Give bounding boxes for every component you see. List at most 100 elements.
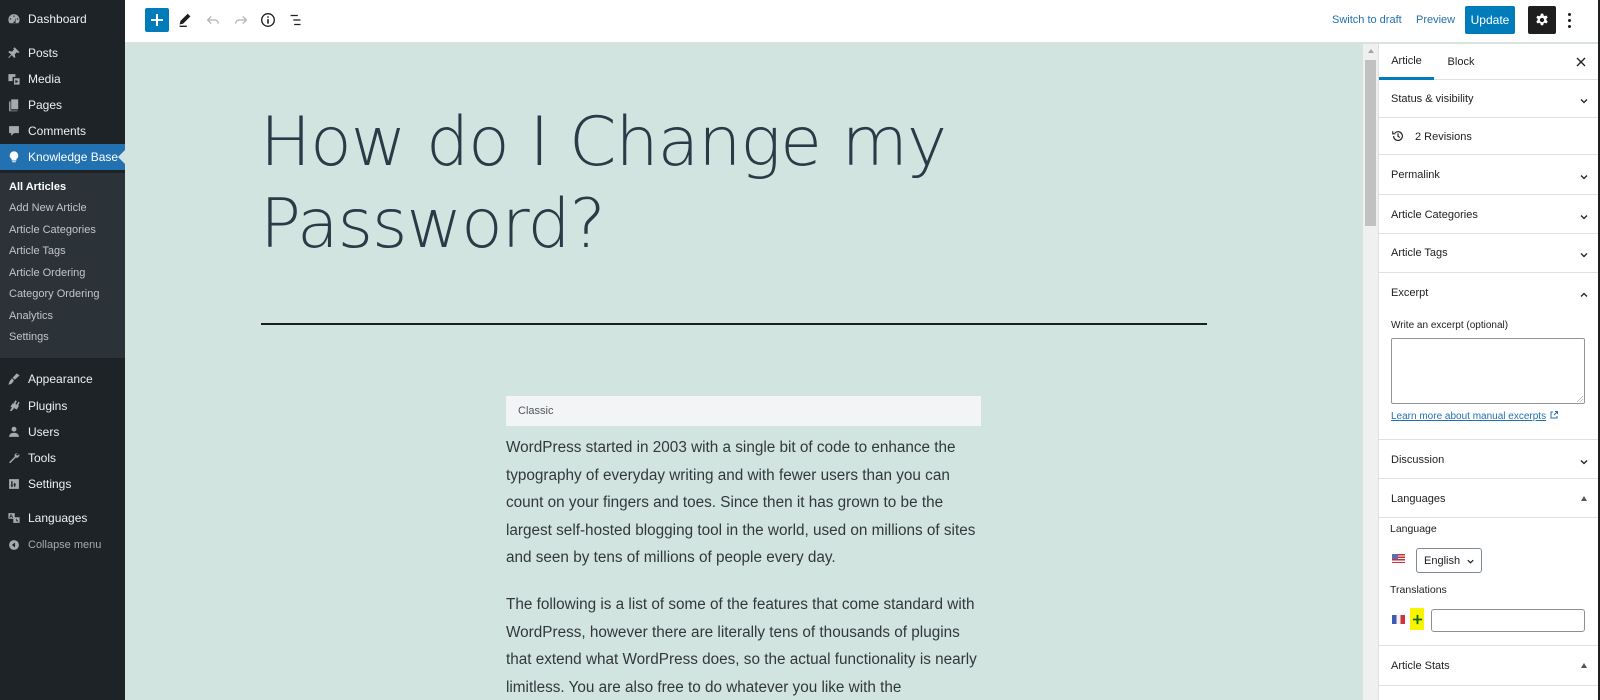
- translate-icon: [0, 511, 28, 525]
- menu-label: Posts: [28, 46, 59, 60]
- tab-article[interactable]: Article: [1379, 44, 1434, 80]
- editor-canvas: How do I Change my Password? Classic Wor…: [125, 44, 1363, 700]
- gear-icon: [1536, 13, 1548, 26]
- submenu-settings[interactable]: Settings: [9, 331, 49, 343]
- preview-button[interactable]: Preview: [1416, 14, 1455, 26]
- panel-status-visibility[interactable]: Status & visibility: [1379, 80, 1599, 118]
- panel-title[interactable]: Article Stats: [1391, 660, 1450, 672]
- panel-title[interactable]: Status & visibility: [1391, 93, 1474, 105]
- panel-title[interactable]: Article Categories: [1391, 209, 1478, 221]
- chevron-down-icon[interactable]: [1579, 455, 1589, 465]
- collapse-menu-label: Collapse menu: [28, 539, 102, 551]
- chevron-down-icon: [1467, 559, 1474, 564]
- tools-button[interactable]: [173, 8, 197, 32]
- panel-article-tags[interactable]: Article Tags: [1379, 234, 1599, 273]
- close-icon: [1576, 57, 1586, 67]
- panel-discussion[interactable]: Discussion: [1379, 440, 1599, 479]
- undo-button[interactable]: [201, 8, 225, 32]
- collapse-menu-button[interactable]: Collapse menu: [0, 532, 125, 558]
- submenu-analytics[interactable]: Analytics: [9, 310, 53, 322]
- excerpt-textarea[interactable]: [1391, 338, 1585, 404]
- update-button[interactable]: Update: [1465, 6, 1515, 34]
- chevron-down-icon[interactable]: [1579, 210, 1589, 220]
- revisions-link[interactable]: 2 Revisions: [1415, 131, 1472, 143]
- panel-article-categories[interactable]: Article Categories: [1379, 195, 1599, 234]
- menu-label: Pages: [28, 98, 63, 112]
- add-translation-button[interactable]: [1410, 608, 1424, 630]
- list-view-button[interactable]: [284, 8, 308, 32]
- wrench-icon: [0, 451, 28, 465]
- paragraph[interactable]: WordPress started in 2003 with a single …: [506, 434, 981, 572]
- menu-label: Knowledge Base: [28, 150, 119, 164]
- panel-permalink[interactable]: Permalink: [1379, 155, 1599, 195]
- tab-block[interactable]: Block: [1441, 44, 1481, 80]
- menu-item-posts[interactable]: Posts: [0, 40, 125, 66]
- details-button[interactable]: [256, 8, 280, 32]
- panel-revisions[interactable]: 2 Revisions: [1379, 118, 1599, 155]
- menu-item-users[interactable]: Users: [0, 419, 125, 445]
- redo-button[interactable]: [229, 8, 253, 32]
- submenu-category-ordering[interactable]: Category Ordering: [9, 288, 100, 300]
- menu-item-media[interactable]: Media: [0, 66, 125, 92]
- menu-label: Media: [28, 72, 61, 86]
- add-block-button[interactable]: [145, 8, 169, 32]
- menu-item-appearance[interactable]: Appearance: [0, 366, 125, 392]
- menu-label: Plugins: [28, 399, 68, 413]
- classic-block-toolbar[interactable]: Classic: [506, 396, 981, 426]
- menu-item-knowledge-base[interactable]: Knowledge Base: [0, 144, 125, 170]
- excerpt-label: Write an excerpt (optional): [1391, 320, 1509, 331]
- chevron-down-icon[interactable]: [1579, 94, 1589, 104]
- chevron-down-icon[interactable]: [1579, 248, 1589, 258]
- sidebar-tabs: Article Block: [1379, 44, 1599, 80]
- panel-title[interactable]: Excerpt: [1391, 287, 1428, 299]
- chevron-down-icon[interactable]: [1579, 170, 1589, 180]
- close-sidebar-button[interactable]: [1573, 54, 1589, 70]
- plus-icon: [1412, 614, 1422, 624]
- settings-toggle-button[interactable]: [1528, 6, 1556, 34]
- menu-item-dashboard[interactable]: Dashboard: [0, 6, 125, 32]
- triangle-up-icon[interactable]: [1581, 496, 1587, 501]
- us-flag-icon: [1392, 554, 1405, 563]
- post-title[interactable]: How do I Change my Password?: [260, 102, 1020, 266]
- chevron-up-icon[interactable]: [1579, 288, 1589, 298]
- panel-title[interactable]: Discussion: [1391, 454, 1444, 466]
- panel-title[interactable]: Languages: [1391, 493, 1445, 505]
- submenu-article-tags[interactable]: Article Tags: [9, 245, 66, 257]
- user-icon: [0, 425, 28, 439]
- language-label: Language: [1390, 523, 1437, 535]
- scrollbar-thumb[interactable]: [1365, 60, 1376, 226]
- knowledge-base-submenu: All Articles Add New Article Article Cat…: [0, 173, 125, 358]
- more-options-button[interactable]: [1561, 8, 1577, 32]
- panel-title[interactable]: Article Tags: [1391, 247, 1448, 259]
- history-icon: [1392, 131, 1403, 141]
- menu-item-plugins[interactable]: Plugins: [0, 393, 125, 419]
- lightbulb-icon: [0, 150, 28, 164]
- switch-to-draft-button[interactable]: Switch to draft: [1332, 14, 1402, 26]
- menu-item-languages[interactable]: Languages: [0, 505, 125, 531]
- menu-item-pages[interactable]: Pages: [0, 92, 125, 118]
- scroll-up-arrow[interactable]: [1363, 44, 1378, 58]
- menu-item-tools[interactable]: Tools: [0, 445, 125, 471]
- triangle-up-icon[interactable]: [1581, 663, 1587, 668]
- menu-label: Tools: [28, 451, 57, 465]
- editor-scrollbar[interactable]: [1363, 44, 1378, 700]
- panel-article-stats[interactable]: Article Stats: [1379, 646, 1599, 686]
- menu-label: Settings: [28, 477, 72, 491]
- language-select[interactable]: English: [1416, 548, 1482, 573]
- menu-item-settings[interactable]: Settings: [0, 471, 125, 497]
- pages-icon: [0, 98, 28, 112]
- paragraph[interactable]: The following is a list of some of the f…: [506, 591, 981, 700]
- menu-label: Dashboard: [28, 12, 87, 26]
- settings-sidebar: Article Block Status & visibility 2 Revi…: [1378, 44, 1599, 700]
- submenu-article-categories[interactable]: Article Categories: [9, 224, 96, 236]
- translation-input[interactable]: [1431, 609, 1585, 632]
- submenu-article-ordering[interactable]: Article Ordering: [9, 267, 85, 279]
- panel-title[interactable]: Permalink: [1391, 169, 1440, 181]
- panel-languages-header[interactable]: Languages: [1379, 479, 1599, 518]
- menu-item-comments[interactable]: Comments: [0, 118, 125, 144]
- submenu-all-articles[interactable]: All Articles: [9, 181, 66, 193]
- plugin-icon: [0, 399, 28, 413]
- brush-icon: [0, 372, 28, 386]
- excerpt-help-link[interactable]: Learn more about manual excerpts: [1391, 410, 1559, 422]
- submenu-add-new-article[interactable]: Add New Article: [9, 202, 87, 214]
